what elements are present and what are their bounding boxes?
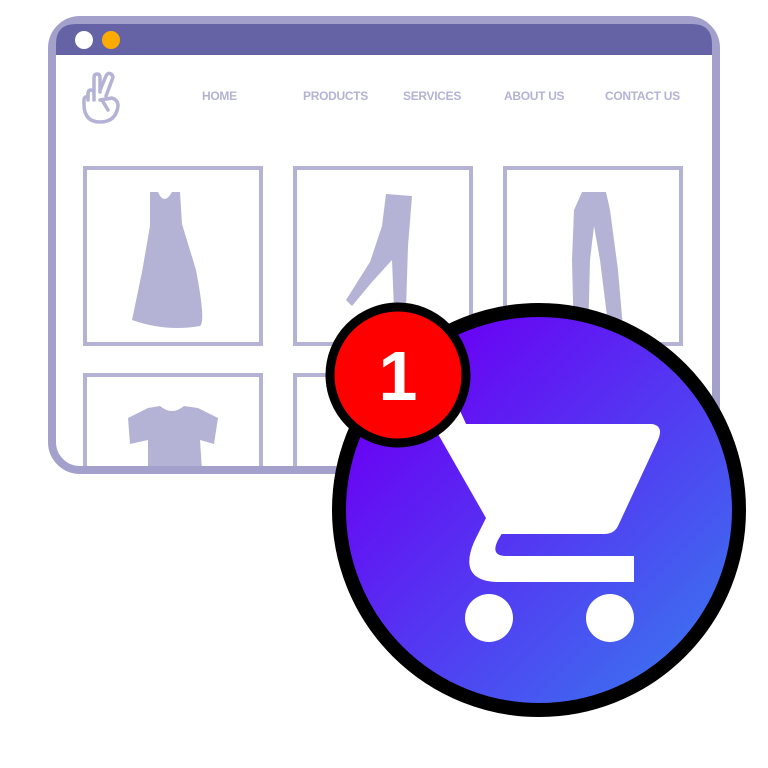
nav-about-us[interactable]: ABOUT US — [504, 89, 565, 103]
cart-count: 1 — [379, 337, 418, 415]
titlebar — [56, 24, 712, 55]
nav-services[interactable]: SERVICES — [403, 89, 462, 103]
nav-home[interactable]: HOME — [202, 89, 237, 103]
window-dot-orange[interactable] — [102, 31, 120, 49]
cart-count-badge: 1 — [325, 302, 471, 448]
illustration: HOME PRODUCTS SERVICES ABOUT US CONTACT … — [48, 16, 746, 717]
window-dot-white[interactable] — [75, 31, 93, 49]
nav-products[interactable]: PRODUCTS — [303, 89, 369, 103]
nav-contact-us[interactable]: CONTACT US — [605, 89, 680, 103]
